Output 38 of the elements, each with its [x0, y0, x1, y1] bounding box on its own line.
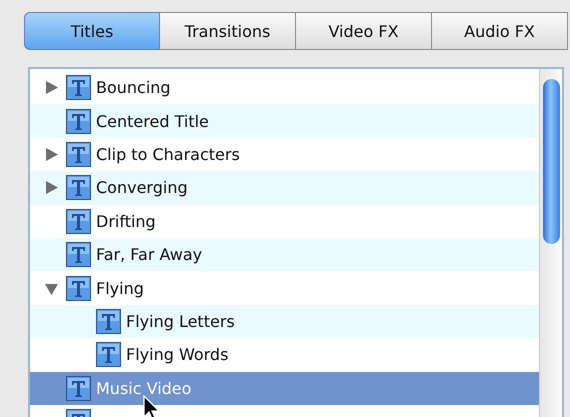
- expand-triangle-icon[interactable]: [44, 146, 59, 162]
- title-icon: [96, 308, 121, 334]
- list-item[interactable]: Converging: [30, 171, 539, 205]
- list-item[interactable]: Clip to Characters: [30, 138, 539, 172]
- item-label: Flying: [96, 278, 144, 298]
- tab[interactable]: Titles: [24, 12, 160, 50]
- title-icon: [66, 175, 91, 200]
- list-item[interactable]: Bouncing: [30, 71, 539, 104]
- item-label: Converging: [96, 178, 188, 198]
- item-label: Drifting: [96, 212, 156, 231]
- expand-triangle-icon[interactable]: [44, 80, 59, 96]
- title-icon: [66, 208, 91, 234]
- item-label: Clip to Characters: [96, 144, 240, 164]
- item-label: Bouncing: [96, 78, 171, 98]
- list-item[interactable]: Far, Far Away: [30, 238, 539, 272]
- list-item[interactable]: Flying: [30, 271, 539, 305]
- list-item[interactable]: Flying Letters: [30, 304, 539, 338]
- tab[interactable]: Audio FX: [432, 12, 568, 50]
- tab[interactable]: Video FX: [296, 12, 432, 50]
- title-icon: [96, 342, 121, 368]
- tab[interactable]: Transitions: [160, 12, 296, 50]
- item-label: Flying Letters: [126, 312, 235, 331]
- title-icon: [66, 242, 91, 268]
- item-label: Flying Words: [126, 345, 228, 364]
- title-icon: [66, 376, 91, 401]
- title-icon: [66, 75, 91, 100]
- scrollbar[interactable]: [539, 69, 562, 417]
- item-label: Far, Far Away: [96, 245, 202, 264]
- list-item[interactable]: Drifting: [30, 204, 539, 238]
- item-label: Centered Title: [96, 112, 209, 131]
- scroll-thumb[interactable]: [543, 79, 560, 244]
- list-item[interactable]: Centered Title: [30, 104, 539, 138]
- title-icon: [66, 142, 91, 167]
- title-icon: [66, 108, 91, 134]
- title-icon: [66, 276, 91, 301]
- list-item[interactable]: Flying Words: [30, 338, 539, 372]
- item-label: Music Video: [96, 378, 192, 398]
- expand-triangle-icon[interactable]: [44, 180, 59, 196]
